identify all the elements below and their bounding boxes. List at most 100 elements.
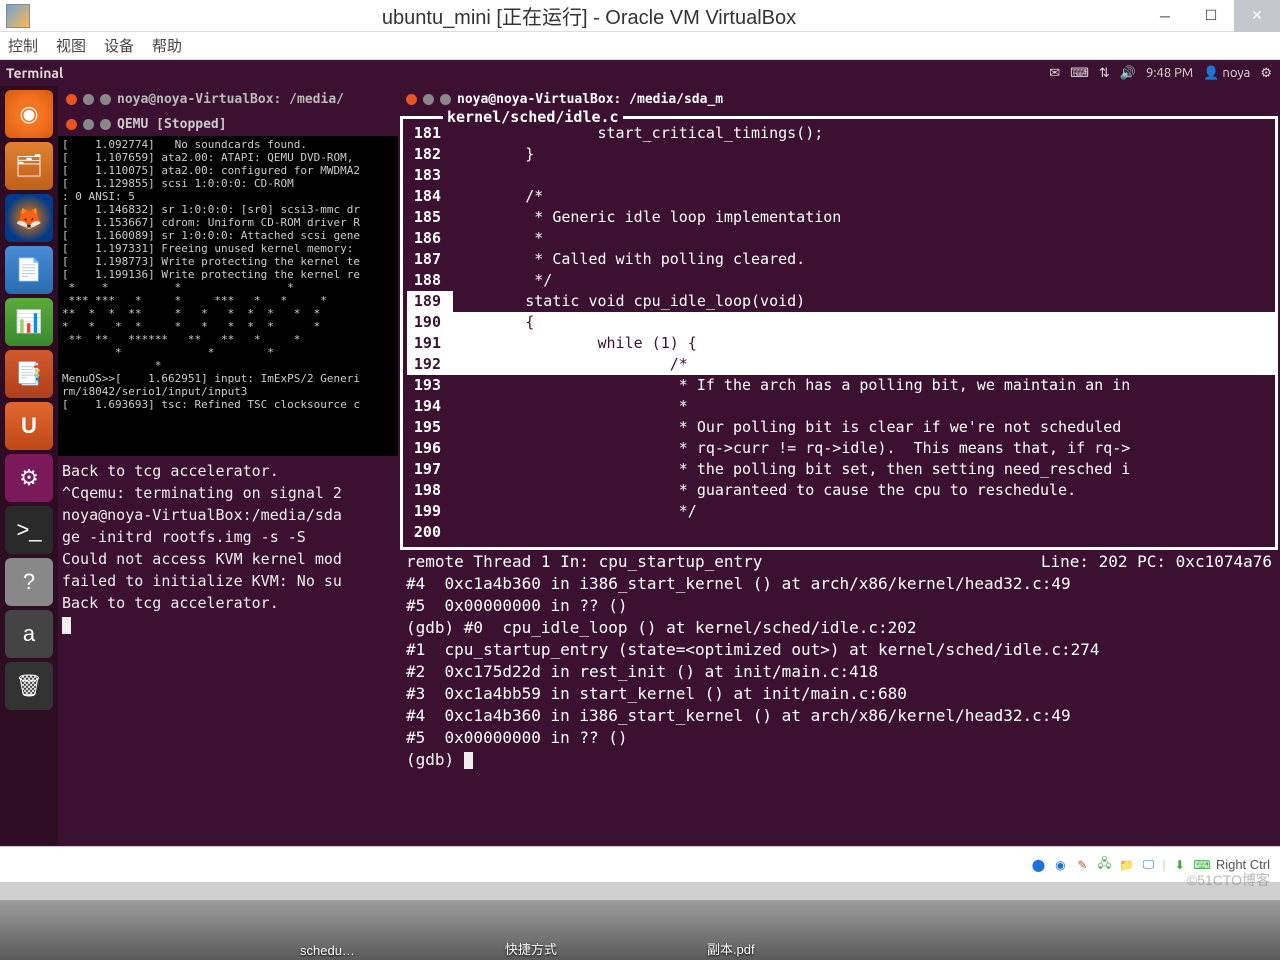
source-line: * Our polling bit is clear if we're not … — [453, 417, 1275, 438]
line-number: 182 — [407, 144, 453, 165]
system-tray: ✉ ⌨ ⇅ 🔊 9:48 PM 👤 noya ⚙ — [1049, 66, 1280, 81]
ubuntu-top-panel: Terminal ✉ ⌨ ⇅ 🔊 9:48 PM 👤 noya ⚙ — [0, 60, 1280, 86]
maximize-button[interactable]: ☐ — [1188, 0, 1234, 32]
source-row: 185 * Generic idle loop implementation — [407, 207, 1275, 228]
cursor — [464, 752, 473, 769]
terminal-right-title: noya@noya-VirtualBox: /media/sda_m — [457, 92, 723, 107]
virtualbox-icon — [6, 4, 30, 28]
host-titlebar: ubuntu_mini [正在运行] - Oracle VM VirtualBo… — [0, 0, 1280, 32]
line-number: 198 — [407, 480, 453, 501]
line-number: 200 — [407, 522, 453, 543]
max-dot-icon[interactable] — [100, 119, 111, 130]
launcher-impress[interactable]: 📑 — [5, 350, 53, 398]
line-number: 193 — [407, 375, 453, 396]
launcher-app1[interactable]: ? — [5, 558, 53, 606]
optical-icon[interactable]: ◉ — [1052, 857, 1068, 873]
line-number: 191 — [407, 333, 453, 354]
max-dot-icon[interactable] — [100, 94, 111, 105]
launcher-amazon[interactable]: a — [5, 610, 53, 658]
host-taskbar[interactable]: schedu… 快捷方式 副本.pdf — [0, 900, 1280, 960]
min-dot-icon[interactable] — [83, 119, 94, 130]
close-button[interactable]: ✕ — [1234, 0, 1280, 32]
line-number: 195 — [407, 417, 453, 438]
vbox-status-bar: ⬤ ◉ ✎ 🖧 📁 🖵 | ⬇ ⌨ Right Ctrl — [0, 846, 1280, 882]
usb-icon[interactable]: ✎ — [1074, 857, 1090, 873]
terminal-left[interactable]: noya@noya-VirtualBox: /media/ QEMU [Stop… — [58, 86, 398, 846]
line-number: 188 — [407, 270, 453, 291]
source-row: 194 * — [407, 396, 1275, 417]
qemu-window-header: QEMU [Stopped] — [58, 112, 398, 136]
active-app-label: Terminal — [0, 65, 1049, 81]
source-row: 190 { — [407, 312, 1275, 333]
vbox-menu-帮助[interactable]: 帮助 — [152, 35, 182, 56]
minimize-button[interactable]: ─ — [1142, 0, 1188, 32]
source-line: } — [453, 144, 1275, 165]
display-icon[interactable]: 🖵 — [1140, 857, 1156, 873]
launcher-calc[interactable]: 📊 — [5, 298, 53, 346]
source-row: 199 */ — [407, 501, 1275, 522]
source-row: 189 static void cpu_idle_loop(void) — [407, 291, 1275, 312]
line-number: 189 — [407, 291, 453, 312]
vbox-menu-视图[interactable]: 视图 — [56, 35, 86, 56]
source-line: * rq->curr != rq->idle). This means that… — [453, 438, 1275, 459]
launcher-writer[interactable]: 📄 — [5, 246, 53, 294]
source-row: 200 — [407, 522, 1275, 543]
line-number: 187 — [407, 249, 453, 270]
gdb-source-pane[interactable]: kernel/sched/idle.c 181 start_critical_t… — [400, 116, 1278, 550]
vbox-menu-设备[interactable]: 设备 — [104, 35, 134, 56]
vbox-menu-控制[interactable]: 控制 — [8, 35, 38, 56]
mail-icon[interactable]: ✉ — [1049, 66, 1060, 81]
vbox-menubar: 控制视图设备帮助 — [0, 32, 1280, 60]
qemu-console-output: [ 1.092774] No soundcards found. [ 1.107… — [58, 136, 398, 456]
launcher-settings[interactable]: ⚙ — [5, 454, 53, 502]
min-dot-icon[interactable] — [423, 94, 434, 105]
line-number: 183 — [407, 165, 453, 186]
volume-icon[interactable]: 🔊 — [1120, 66, 1136, 81]
hdd-icon[interactable]: ⬤ — [1030, 857, 1046, 873]
network-icon[interactable]: ⇅ — [1099, 66, 1110, 81]
source-row: 191 while (1) { — [407, 333, 1275, 354]
shell-output[interactable]: Back to tcg accelerator. ^Cqemu: termina… — [58, 456, 398, 640]
source-line — [453, 165, 1275, 186]
window-title: ubuntu_mini [正在运行] - Oracle VM VirtualBo… — [36, 1, 1142, 30]
max-dot-icon[interactable] — [440, 94, 451, 105]
source-line: * Called with polling cleared. — [453, 249, 1275, 270]
close-dot-icon[interactable] — [406, 94, 417, 105]
close-dot-icon[interactable] — [66, 94, 77, 105]
line-number: 181 — [407, 123, 453, 144]
launcher-software[interactable]: U — [5, 402, 53, 450]
terminal-right[interactable]: noya@noya-VirtualBox: /media/sda_m kerne… — [398, 86, 1280, 846]
gdb-thread-label: remote Thread 1 In: cpu_startup_entry — [406, 552, 762, 571]
source-row: 186 * — [407, 228, 1275, 249]
taskbar-item[interactable]: 快捷方式 — [505, 939, 557, 958]
launcher-dash[interactable]: ◉ — [5, 90, 53, 138]
min-dot-icon[interactable] — [83, 94, 94, 105]
line-number: 192 — [407, 354, 453, 375]
source-row: 198 * guaranteed to cause the cpu to res… — [407, 480, 1275, 501]
line-number: 197 — [407, 459, 453, 480]
close-dot-icon[interactable] — [66, 119, 77, 130]
line-number: 185 — [407, 207, 453, 228]
source-line: static void cpu_idle_loop(void) — [453, 291, 1275, 312]
source-row: 193 * If the arch has a polling bit, we … — [407, 375, 1275, 396]
gear-icon[interactable]: ⚙ — [1260, 66, 1272, 81]
shared-icon[interactable]: 📁 — [1118, 857, 1134, 873]
line-number: 199 — [407, 501, 453, 522]
launcher-firefox[interactable]: 🦊 — [5, 194, 53, 242]
source-file-path: kernel/sched/idle.c — [443, 108, 623, 126]
launcher-terminal[interactable]: >_ — [5, 506, 53, 554]
keyboard-icon[interactable]: ⌨ — [1070, 66, 1089, 81]
taskbar-item[interactable]: schedu… — [300, 943, 355, 958]
mouse-icon[interactable]: ⬇ — [1172, 857, 1188, 873]
launcher-files[interactable]: 🗂 — [5, 142, 53, 190]
user-menu[interactable]: 👤 noya — [1203, 66, 1250, 81]
source-line: */ — [453, 270, 1275, 291]
qemu-title: QEMU [Stopped] — [117, 117, 227, 132]
net-icon[interactable]: 🖧 — [1096, 857, 1112, 873]
source-row: 182 } — [407, 144, 1275, 165]
source-row: 187 * Called with polling cleared. — [407, 249, 1275, 270]
taskbar-item[interactable]: 副本.pdf — [707, 939, 755, 958]
gdb-console[interactable]: #4 0xc1a4b360 in i386_start_kernel () at… — [398, 573, 1280, 846]
launcher-trash[interactable]: 🗑 — [5, 662, 53, 710]
clock[interactable]: 9:48 PM — [1146, 66, 1193, 80]
